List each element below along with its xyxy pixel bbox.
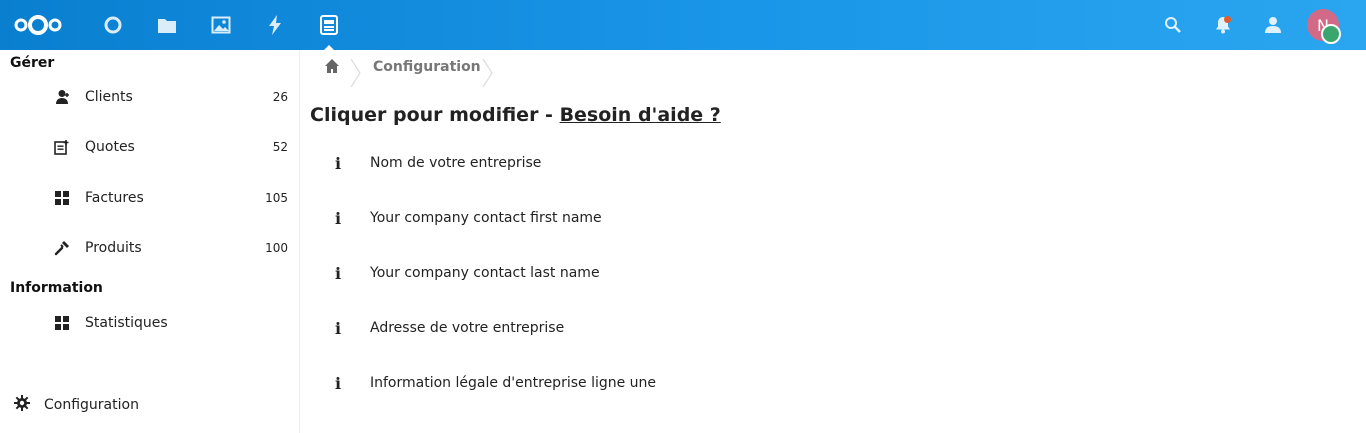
breadcrumb-home-icon[interactable] [324, 58, 340, 78]
sidebar-item-label: Produits [85, 240, 142, 256]
invoices-grid-icon [54, 190, 70, 206]
field-label: Adresse de votre entreprise [370, 320, 565, 336]
sidebar-item-count: 52 [272, 140, 288, 154]
sidebar-item-count: 26 [272, 90, 288, 104]
info-icon: i [335, 374, 342, 393]
sidebar-item-label: Factures [85, 190, 144, 206]
info-icon: i [335, 264, 342, 283]
user-status-dot [1321, 24, 1341, 44]
breadcrumb-current[interactable]: Configuration [373, 59, 481, 75]
nextcloud-logo-icon[interactable] [8, 0, 68, 50]
products-wrench-icon [54, 240, 70, 256]
info-icon: i [335, 154, 342, 173]
sidebar-item-clients[interactable]: Clients 26 [0, 77, 299, 117]
field-label: Nom de votre entreprise [370, 155, 542, 171]
quotes-document-icon [54, 139, 70, 155]
app-navigation-sidebar: Gérer Clients 26 Quotes 52 Factures 105 … [0, 50, 300, 433]
sidebar-item-label: Clients [85, 89, 133, 105]
sidebar-item-quotes[interactable]: Quotes 52 [0, 127, 299, 167]
breadcrumb-separator-icon [350, 58, 361, 88]
config-field-contact-first-name[interactable]: i Your company contact first name [300, 200, 1366, 240]
page-title: Cliquer pour modifier - Besoin d'aide ? [310, 104, 721, 126]
info-icon: i [335, 209, 342, 228]
section-title-information: Information [10, 280, 103, 296]
sidebar-settings-configuration[interactable]: Configuration [0, 385, 299, 425]
page-title-text: Cliquer pour modifier - [310, 104, 560, 126]
sidebar-item-label: Statistiques [85, 315, 168, 331]
sidebar-item-produits[interactable]: Produits 100 [0, 228, 299, 268]
config-field-contact-last-name[interactable]: i Your company contact last name [300, 255, 1366, 295]
notification-unread-dot [1224, 16, 1231, 23]
config-field-company-name[interactable]: i Nom de votre entreprise [300, 145, 1366, 185]
clients-person-icon [54, 89, 70, 105]
photos-image-icon[interactable] [199, 0, 243, 50]
settings-label: Configuration [44, 397, 139, 413]
search-icon[interactable] [1151, 0, 1195, 50]
activity-lightning-icon[interactable] [253, 0, 297, 50]
config-field-legal-line-one[interactable]: i Information légale d'entreprise ligne … [300, 365, 1366, 405]
sidebar-item-factures[interactable]: Factures 105 [0, 178, 299, 218]
field-label: Information légale d'entreprise ligne un… [370, 375, 657, 391]
top-header-bar: N [0, 0, 1366, 50]
gear-icon [14, 395, 30, 415]
field-label: Your company contact first name [370, 210, 602, 226]
statistics-grid-icon [54, 315, 70, 331]
sidebar-item-label: Quotes [85, 139, 135, 155]
files-folder-icon[interactable] [145, 0, 189, 50]
field-label: Your company contact last name [370, 265, 600, 281]
notifications-bell-icon[interactable] [1201, 0, 1245, 50]
invoices-app-icon[interactable] [307, 0, 351, 50]
config-field-company-address[interactable]: i Adresse de votre entreprise [300, 310, 1366, 350]
dashboard-circle-icon[interactable] [91, 0, 135, 50]
main-content: Configuration Cliquer pour modifier - Be… [300, 50, 1366, 433]
sidebar-item-statistiques[interactable]: Statistiques [0, 303, 299, 343]
contacts-icon[interactable] [1251, 0, 1295, 50]
section-title-manage: Gérer [10, 55, 55, 71]
breadcrumb-separator-icon [482, 58, 493, 88]
sidebar-item-count: 100 [265, 241, 288, 255]
help-link[interactable]: Besoin d'aide ? [560, 104, 721, 126]
info-icon: i [335, 319, 342, 338]
sidebar-item-count: 105 [265, 191, 288, 205]
